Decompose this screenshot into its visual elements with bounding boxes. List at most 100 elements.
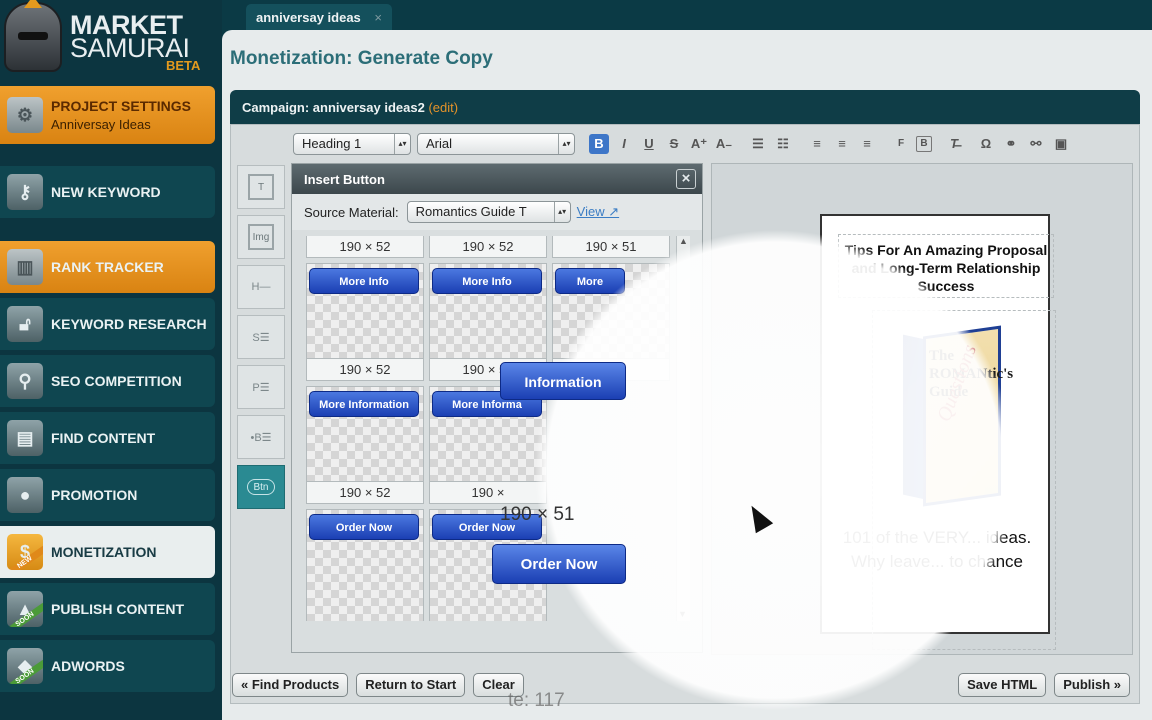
unlink-icon[interactable]: ⚯ — [1026, 134, 1046, 154]
find-products-button[interactable]: « Find Products — [232, 673, 349, 697]
view-link[interactable]: View ↗ — [577, 204, 619, 220]
sidebar-item-rank-tracker[interactable]: ▥ RANK TRACKER — [0, 241, 215, 293]
sidebar-item-monetization[interactable]: $ NEW MONETIZATION — [0, 526, 215, 578]
sidebar-item-label: NEW KEYWORD — [51, 184, 161, 200]
button-option[interactable]: Order Now — [429, 509, 547, 621]
updown-arrow-icon: ▴▾ — [553, 202, 570, 222]
dimension-label: 190 × 52 — [430, 358, 546, 380]
bullet-list-icon[interactable]: ☰ — [748, 134, 768, 154]
sidebar-item-promotion[interactable]: ● PROMOTION — [0, 469, 215, 521]
link-icon[interactable]: ⚭ — [1001, 134, 1021, 154]
key-icon: ⚷ — [7, 174, 43, 210]
return-to-start-button[interactable]: Return to Start — [356, 673, 466, 697]
button-option[interactable]: More 51 — [552, 263, 670, 381]
clear-button[interactable]: Clear — [473, 673, 524, 697]
button-preview: More Information — [309, 391, 419, 417]
button-option[interactable]: 190 × 52 — [306, 236, 424, 258]
dimension-label: 51 — [553, 358, 669, 380]
bullets-icon: •B☰ — [250, 431, 272, 444]
tab-close-icon[interactable]: × — [374, 10, 382, 25]
tab-anniversay-ideas[interactable]: anniversay ideas × — [246, 4, 392, 30]
element-palette: T Img H— S☰ P☰ •B☰ Btn — [237, 165, 287, 595]
sidebar-item-publish-content[interactable]: ▲ SOON PUBLISH CONTENT — [0, 583, 215, 635]
lock-icon: 🔓︎ — [7, 306, 43, 342]
scroll-down-icon[interactable]: ▼ — [678, 609, 687, 619]
soon-tag: SOON — [7, 659, 43, 684]
button-option[interactable]: Order Now — [306, 509, 424, 621]
button-preview: More Info — [432, 268, 542, 294]
button-preview: Order Now — [309, 514, 419, 540]
project-name: Anniversay Ideas — [51, 117, 151, 132]
underline-icon[interactable]: U — [639, 134, 659, 154]
superscript-icon[interactable]: A⁺ — [689, 134, 709, 154]
text-block-tool[interactable]: T — [237, 165, 285, 209]
dimension-label: 190 × 51 — [553, 236, 669, 257]
close-icon[interactable]: × — [676, 169, 696, 189]
updown-arrow-icon: ▴▾ — [558, 134, 574, 154]
sidebar-item-find-content[interactable]: ▤ FIND CONTENT — [0, 412, 215, 464]
source-material-select[interactable]: Romantics Guide T ▴▾ — [406, 201, 571, 223]
sidebar-item-label: KEYWORD RESEARCH — [51, 316, 207, 332]
campaign-label: Campaign: anniversay ideas2 — [242, 100, 425, 115]
align-right-icon[interactable]: ≡ — [857, 134, 877, 154]
btn-icon: Btn — [247, 479, 275, 495]
sidebar-item-adwords[interactable]: ◆ SOON ADWORDS — [0, 640, 215, 692]
tab-label: anniversay ideas — [256, 10, 361, 25]
preview-headline[interactable]: Tips For An Amazing Proposal and Long-Te… — [838, 234, 1054, 298]
paragraph-block-tool[interactable]: P☰ — [237, 365, 285, 409]
preview-content-block[interactable]: The ROMANtic's Guide Questions — [872, 310, 1056, 650]
button-option[interactable]: More Info 190 × 52 — [306, 263, 424, 381]
strikethrough-icon[interactable]: S — [664, 134, 684, 154]
scroll-up-icon[interactable]: ▲ — [677, 236, 690, 246]
main-panel: Monetization: Generate Copy Campaign: an… — [222, 30, 1152, 720]
sidebar-item-new-keyword[interactable]: ⚷ NEW KEYWORD — [0, 166, 215, 218]
paragraph-icon: P☰ — [252, 381, 270, 394]
sidebar-item-seo-competition[interactable]: ⚲ SEO COMPETITION — [0, 355, 215, 407]
numbered-list-icon[interactable]: ☷ — [773, 134, 793, 154]
new-tag: NEW — [7, 545, 43, 570]
sidebar: MARKET SAMURAI BETA ⚙ PROJECT SETTINGS A… — [0, 0, 222, 720]
sidebar-item-label: MONETIZATION — [51, 544, 157, 560]
heading-select[interactable]: Heading 1 ▴▾ — [293, 133, 411, 155]
heading-block-tool[interactable]: H— — [237, 265, 285, 309]
subheading-block-tool[interactable]: S☰ — [237, 315, 285, 359]
button-block-tool[interactable]: Btn — [237, 465, 285, 509]
subscript-icon[interactable]: A₋ — [714, 134, 734, 154]
publish-button[interactable]: Publish » — [1054, 673, 1130, 697]
sidebar-item-project-settings[interactable]: ⚙ PROJECT SETTINGS Anniversay Ideas — [0, 86, 215, 144]
soon-tag: SOON — [7, 602, 43, 627]
book-spine — [903, 334, 925, 500]
gallery-scrollbar[interactable]: ▲ ▼ — [676, 236, 690, 621]
bullets-block-tool[interactable]: •B☰ — [237, 415, 285, 459]
money-icon: $ NEW — [7, 534, 43, 570]
italic-icon[interactable]: I — [614, 134, 634, 154]
align-left-icon[interactable]: ≡ — [807, 134, 827, 154]
button-option[interactable]: More Information 190 × 52 — [306, 386, 424, 504]
omega-icon[interactable]: Ω — [976, 134, 996, 154]
button-option[interactable]: 190 × 51 — [552, 236, 670, 258]
save-html-button[interactable]: Save HTML — [958, 673, 1047, 697]
source-material-label: Source Material: — [304, 204, 399, 220]
dialog-header: Insert Button × — [292, 164, 702, 194]
page-preview-area: Tips For An Amazing Proposal and Long-Te… — [711, 163, 1133, 655]
format-f-icon[interactable]: F — [891, 134, 911, 154]
button-option[interactable]: More Informa 190 × — [429, 386, 547, 504]
font-select[interactable]: Arial ▴▾ — [417, 133, 575, 155]
insert-button-dialog: Insert Button × Source Material: Romanti… — [291, 163, 703, 653]
source-material-value: Romantics Guide T — [415, 204, 527, 219]
microphone-icon: ● — [7, 477, 43, 513]
align-center-icon[interactable]: ≡ — [832, 134, 852, 154]
button-preview: More Informa — [432, 391, 542, 417]
bold-icon[interactable]: B — [589, 134, 609, 154]
format-b-icon[interactable]: B — [916, 136, 932, 152]
preview-body-text[interactable]: 101 of the VERY... ideas. Why leave... t… — [832, 526, 1042, 574]
button-option[interactable]: More Info 190 × 52 — [429, 263, 547, 381]
button-option[interactable]: 190 × 52 — [429, 236, 547, 258]
image-block-tool[interactable]: Img — [237, 215, 285, 259]
campaign-edit-link[interactable]: (edit) — [428, 100, 458, 115]
image-icon[interactable]: ▣ — [1051, 134, 1071, 154]
clear-format-icon[interactable]: T̶ — [944, 134, 964, 154]
editor-workarea: Heading 1 ▴▾ Arial ▴▾ B I U S A⁺ A₋ ☰ ☷ … — [230, 124, 1140, 704]
dimension-label: 190 × 52 — [430, 236, 546, 257]
sidebar-item-keyword-research[interactable]: 🔓︎ KEYWORD RESEARCH — [0, 298, 215, 350]
